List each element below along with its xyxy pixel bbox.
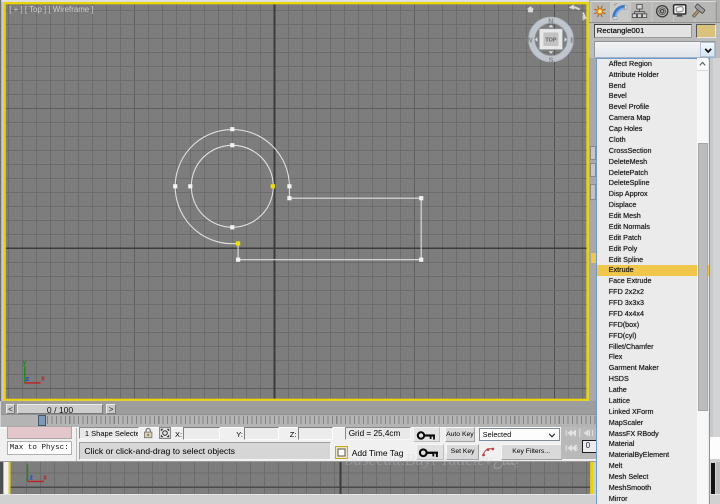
- svg-text:z: z: [30, 474, 34, 481]
- svg-text:x: x: [43, 474, 47, 481]
